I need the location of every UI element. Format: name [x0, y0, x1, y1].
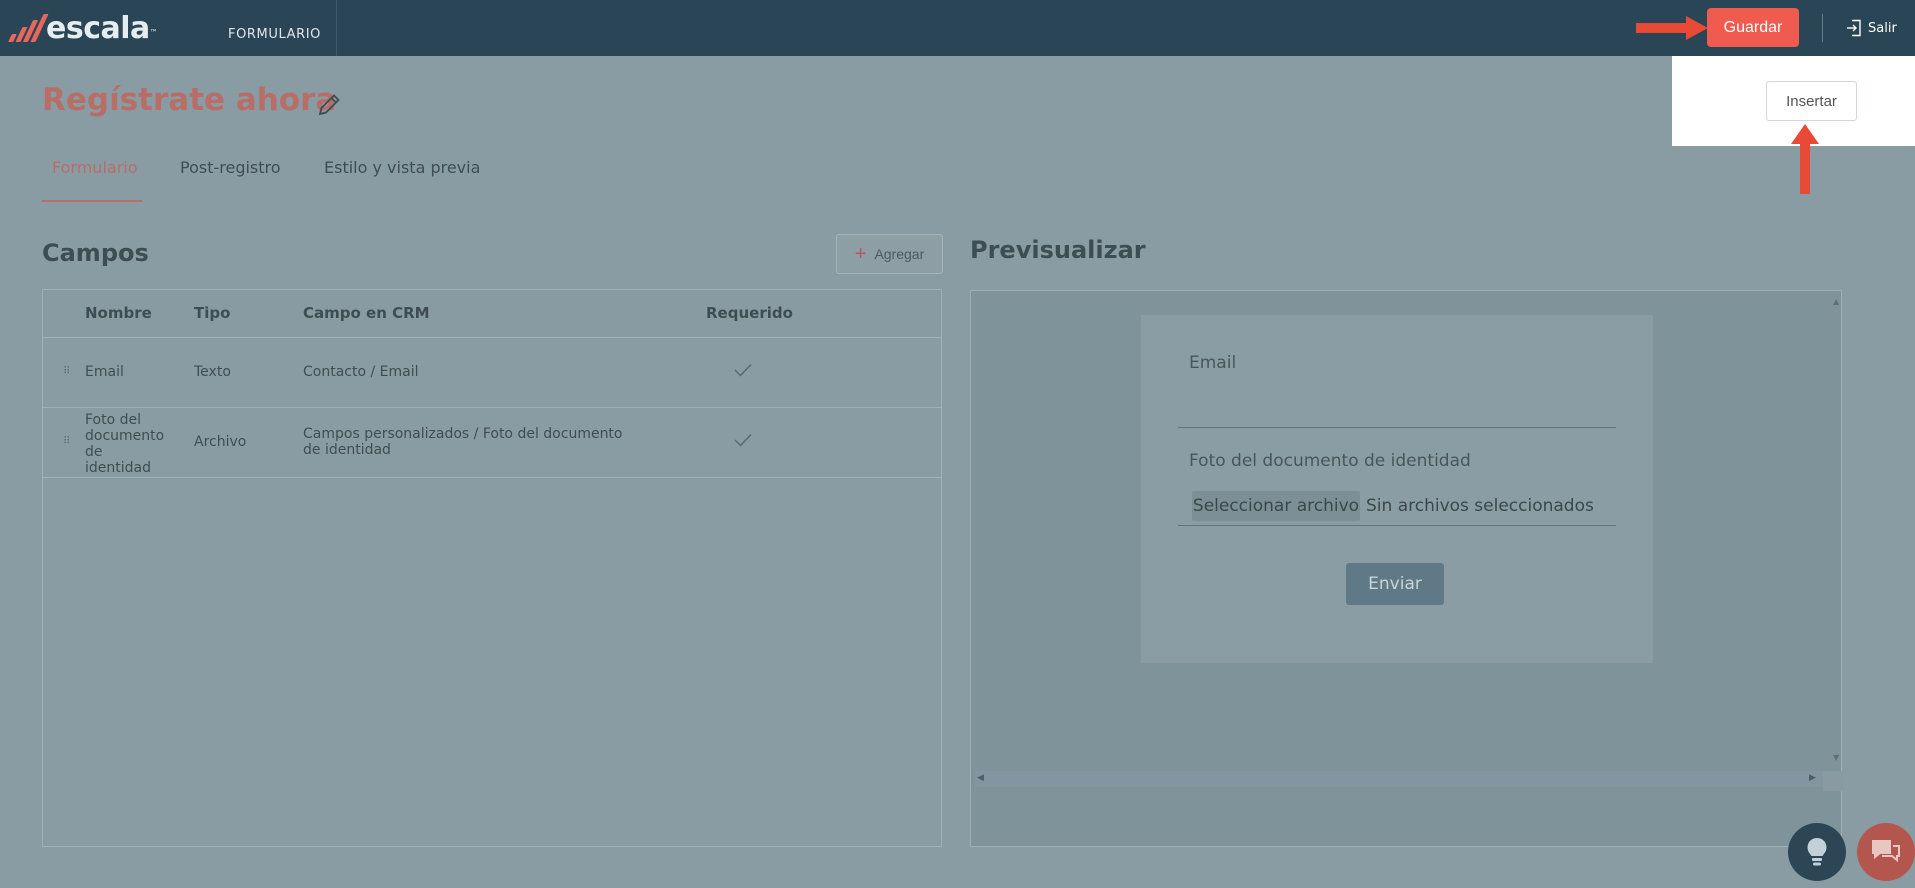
table-row[interactable]: ⠿ Email Texto Contacto / Email — [43, 338, 941, 408]
nav-section-label: FORMULARIO — [228, 27, 322, 42]
topbar-divider — [1822, 14, 1823, 42]
preview-file-label: Foto del documento de identidad — [1189, 451, 1471, 471]
escala-logo[interactable]: escala ™ — [4, 10, 158, 46]
submit-button[interactable]: Enviar — [1346, 563, 1444, 605]
field-crm: Campos personalizados / Foto del documen… — [303, 426, 623, 458]
tab-post-registro[interactable]: Post-registro — [180, 158, 281, 177]
exit-icon — [1847, 19, 1861, 37]
add-field-button[interactable]: + Agregar — [836, 234, 943, 274]
fields-section-title: Campos — [42, 239, 149, 267]
chat-icon — [1872, 840, 1900, 863]
column-header-nombre: Nombre — [85, 304, 152, 322]
edit-title-button[interactable] — [316, 92, 342, 122]
arrow-up-icon — [1791, 124, 1819, 194]
tab-estilo-vista-previa[interactable]: Estilo y vista previa — [324, 158, 480, 177]
horizontal-scrollbar[interactable] — [975, 771, 1823, 787]
insert-button[interactable]: Insertar — [1766, 81, 1857, 121]
column-header-tipo: Tipo — [194, 304, 231, 322]
add-field-label: Agregar — [874, 246, 925, 262]
table-header: Nombre Tipo Campo en CRM Requerido — [43, 290, 941, 338]
page-title: Regístrate ahora — [42, 82, 337, 118]
logo-bars-icon — [4, 12, 49, 44]
arrow-right-icon — [1636, 16, 1708, 40]
nav-divider — [336, 0, 337, 56]
preview-email-label: Email — [1189, 353, 1237, 373]
field-crm: Contacto / Email — [303, 364, 419, 380]
preview-section-title: Previsualizar — [970, 236, 1146, 264]
field-type: Archivo — [194, 434, 247, 450]
field-name: Foto del documento de identidad — [85, 412, 165, 476]
file-status-text: Sin archivos seleccionados — [1366, 496, 1594, 516]
scroll-right-icon[interactable]: ▶ — [1809, 773, 1816, 783]
chat-button[interactable] — [1857, 823, 1915, 881]
exit-label: Salir — [1868, 20, 1897, 36]
active-tab-indicator — [42, 200, 142, 202]
table-row[interactable]: ⠿ Foto del documento de identidad Archiv… — [43, 408, 941, 478]
preview-form: Email Foto del documento de identidad Se… — [1141, 315, 1653, 663]
preview-frame[interactable]: ▲ Email Foto del documento de identidad … — [970, 290, 1843, 847]
logo-text: escala — [46, 10, 150, 46]
scroll-up-icon[interactable]: ▲ — [1833, 297, 1839, 306]
preview-email-input[interactable] — [1178, 427, 1616, 428]
save-button[interactable]: Guardar — [1707, 8, 1799, 47]
main-content: Regístrate ahora Formulario Post-registr… — [0, 56, 1915, 888]
field-name: Email — [85, 364, 124, 380]
field-type: Texto — [194, 364, 231, 380]
preview-file-underline — [1178, 525, 1616, 526]
column-header-crm: Campo en CRM — [303, 304, 430, 322]
logo-trademark: ™ — [149, 27, 158, 37]
lightbulb-icon — [1807, 838, 1827, 866]
drag-handle-icon[interactable]: ⠿ — [63, 366, 70, 377]
required-check-icon — [733, 432, 753, 452]
scrollbar-corner — [1823, 771, 1843, 791]
tab-formulario[interactable]: Formulario — [52, 158, 138, 177]
choose-file-button[interactable]: Seleccionar archivo — [1192, 491, 1360, 521]
pencil-icon — [318, 94, 340, 116]
scroll-down-icon[interactable]: ▼ — [1833, 753, 1839, 762]
scroll-left-icon[interactable]: ◀ — [977, 773, 984, 783]
tips-button[interactable] — [1788, 823, 1846, 881]
drag-handle-icon[interactable]: ⠿ — [63, 436, 70, 447]
column-header-requerido: Requerido — [706, 304, 793, 322]
exit-button[interactable]: Salir — [1846, 14, 1897, 42]
top-bar: escala ™ FORMULARIO Guardar Salir — [0, 0, 1915, 56]
fields-table: Nombre Tipo Campo en CRM Requerido ⠿ Ema… — [42, 289, 942, 847]
plus-icon: + — [854, 243, 867, 265]
required-check-icon — [733, 362, 753, 382]
